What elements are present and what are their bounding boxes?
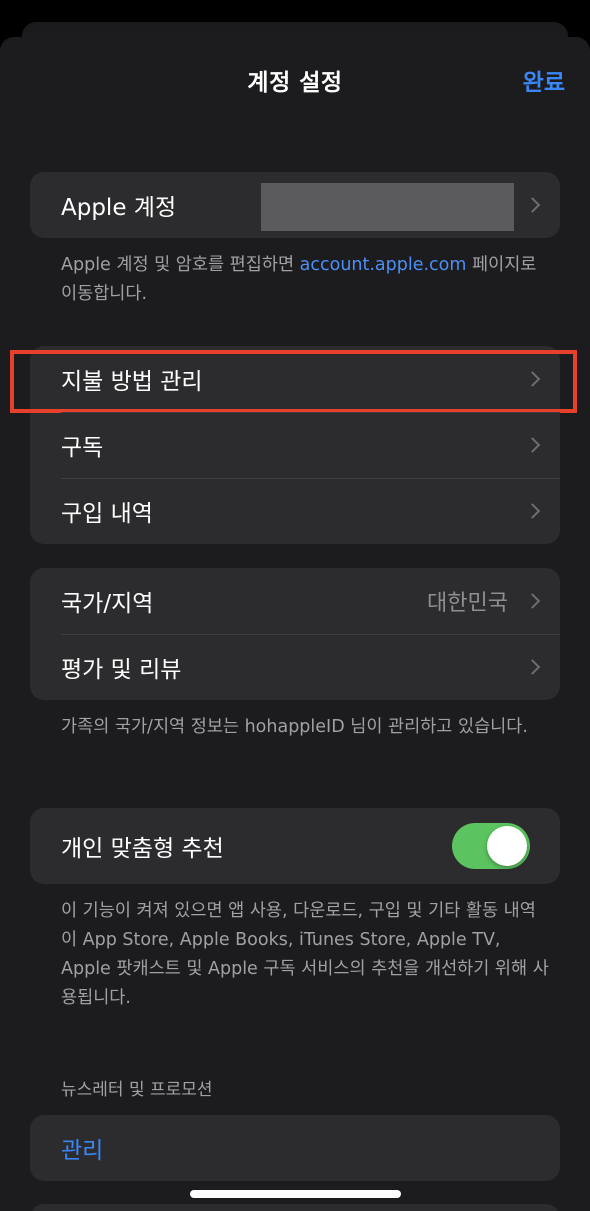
payments-group: 지불 방법 관리 구독 구입 내역: [10, 346, 577, 544]
personalized-footnote: 이 기능이 켜져 있으면 앱 사용, 다운로드, 구입 및 기타 활동 내역이 …: [61, 901, 549, 1008]
purchase-history-row[interactable]: 구입 내역: [30, 478, 560, 544]
country-region-value: 대한민국: [427, 591, 508, 616]
manage-payment-methods-row[interactable]: 지불 방법 관리: [10, 346, 577, 413]
apple-account-label: Apple 계정: [61, 195, 177, 221]
chevron-right-icon: [524, 371, 541, 387]
chevron-right-icon: [524, 659, 541, 675]
country-region-label: 국가/지역: [61, 591, 154, 617]
chevron-right-icon: [524, 197, 541, 213]
toggle-knob: [487, 826, 527, 866]
region-footnote: 가족의 국가/지역 정보는 hohappleID 님이 관리하고 있습니다.: [61, 717, 528, 737]
ratings-reviews-label: 평가 및 리뷰: [61, 657, 182, 683]
personalized-recommendations-toggle[interactable]: [452, 823, 530, 869]
newsletter-section-header: 뉴스레터 및 프로모션: [61, 1080, 213, 1100]
personalized-group: 개인 맞춤형 추천: [30, 808, 560, 884]
redacted-account-id: [261, 183, 514, 231]
page-title: 계정 설정: [247, 70, 343, 96]
purchase-history-label: 구입 내역: [61, 501, 153, 527]
newsletter-group: 관리: [30, 1115, 560, 1181]
account-apple-link[interactable]: account.apple.com: [300, 255, 467, 275]
personalized-recommendations-row: 개인 맞춤형 추천: [30, 808, 560, 884]
apple-account-footnote: Apple 계정 및 암호를 편집하면 account.apple.com 페이…: [61, 255, 537, 304]
ratings-reviews-row[interactable]: 평가 및 리뷰: [30, 634, 560, 700]
chevron-right-icon: [524, 437, 541, 453]
done-button[interactable]: 완료: [523, 63, 565, 97]
next-group-card: [30, 1204, 560, 1211]
personalized-recommendations-label: 개인 맞춤형 추천: [61, 836, 224, 862]
subscriptions-label: 구독: [61, 435, 104, 461]
apple-account-group: Apple 계정: [30, 172, 560, 238]
region-group: 국가/지역 대한민국 평가 및 리뷰: [30, 568, 560, 700]
chevron-right-icon: [524, 593, 541, 609]
apple-account-row[interactable]: Apple 계정: [30, 172, 560, 238]
manage-payment-methods-label: 지불 방법 관리: [61, 369, 203, 395]
home-indicator[interactable]: [190, 1190, 401, 1198]
newsletter-manage-label: 관리: [61, 1138, 104, 1164]
newsletter-manage-row[interactable]: 관리: [30, 1115, 560, 1181]
country-region-row[interactable]: 국가/지역 대한민국: [30, 568, 560, 634]
chevron-right-icon: [524, 503, 541, 519]
subscriptions-row[interactable]: 구독: [30, 412, 560, 478]
